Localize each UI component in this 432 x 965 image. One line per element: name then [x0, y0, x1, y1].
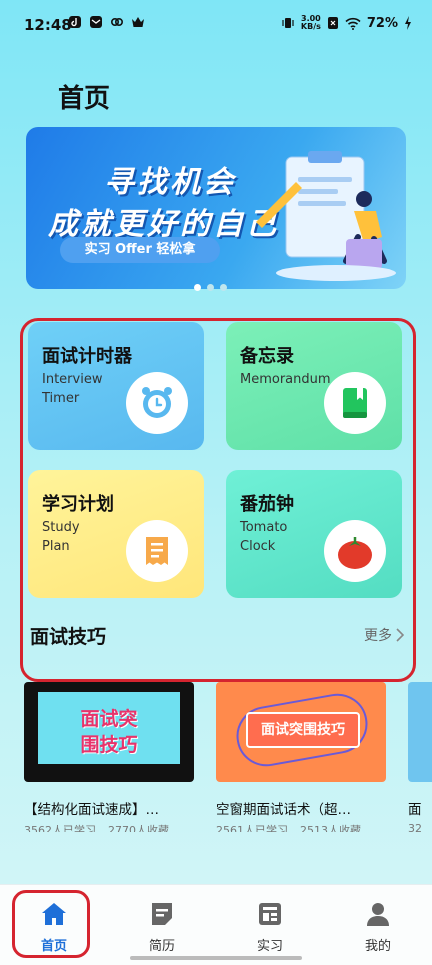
battery-level: 72% [366, 15, 398, 31]
course-title: 面 [408, 802, 422, 818]
course-stats: 32 [408, 822, 422, 832]
course-title: 空窗期面试话术（超… [216, 802, 351, 818]
nav-label: 我的 [364, 939, 391, 954]
status-time: 12:48 [24, 16, 72, 34]
vibrate-icon [282, 18, 294, 28]
highlight-box-features [20, 318, 416, 682]
course-thumbnail [408, 682, 432, 782]
course-thumbnail: 面试突围技巧 [216, 682, 386, 782]
promo-banner[interactable]: 寻找机会 成就更好的自己 实习 Offer 轻松拿 [26, 127, 406, 289]
highlight-box-home-tab [12, 890, 90, 958]
course-thumbnail: 面试突 围技巧 [24, 682, 194, 782]
tiktok-icon [69, 16, 81, 28]
crown-icon [132, 17, 145, 27]
nav-item-internship[interactable]: 实习 [240, 901, 300, 954]
link-icon [111, 17, 124, 27]
banner-pill: 实习 Offer 轻松拿 [60, 237, 220, 263]
banner-pagination [194, 284, 227, 291]
nav-label: 简历 [148, 939, 175, 954]
pagination-dot-3[interactable] [220, 284, 227, 291]
charging-icon [405, 16, 411, 30]
nav-item-resume[interactable]: 简历 [132, 901, 192, 954]
notification-icons [68, 15, 145, 33]
gesture-bar[interactable] [130, 956, 302, 960]
course-card[interactable]: 面试突 围技巧 【结构化面试速成】… 3562人已学习 2770人收藏 [24, 682, 194, 832]
sim-icon [327, 17, 338, 29]
course-stats: 2561人已学习 2513人收藏 [216, 824, 361, 832]
page-title: 首页 [58, 84, 111, 114]
pagination-dot-1[interactable] [194, 284, 201, 291]
profile-icon [367, 903, 389, 926]
nav-label: 实习 [256, 939, 283, 954]
wifi-icon [345, 17, 361, 30]
status-bar: 12:48 3.00 KB/s 72% [0, 0, 432, 48]
pagination-dot-2[interactable] [207, 284, 214, 291]
course-stats: 3562人已学习 2770人收藏 [24, 824, 169, 832]
banner-illustration [256, 151, 396, 281]
nav-item-profile[interactable]: 我的 [348, 901, 408, 954]
course-card[interactable]: 面试突围技巧 空窗期面试话术（超… 2561人已学习 2513人收藏 [216, 682, 386, 832]
course-list: 面试突 围技巧 【结构化面试速成】… 3562人已学习 2770人收藏 面试突围技… [24, 682, 432, 832]
internship-icon [259, 903, 281, 925]
network-speed: 3.00 KB/s [300, 14, 321, 31]
mail-icon [90, 16, 103, 28]
resume-icon [152, 903, 172, 925]
course-card[interactable]: 面 32 [408, 682, 432, 832]
banner-headline-1: 寻找机会 [104, 165, 236, 200]
course-title: 【结构化面试速成】… [24, 802, 159, 818]
